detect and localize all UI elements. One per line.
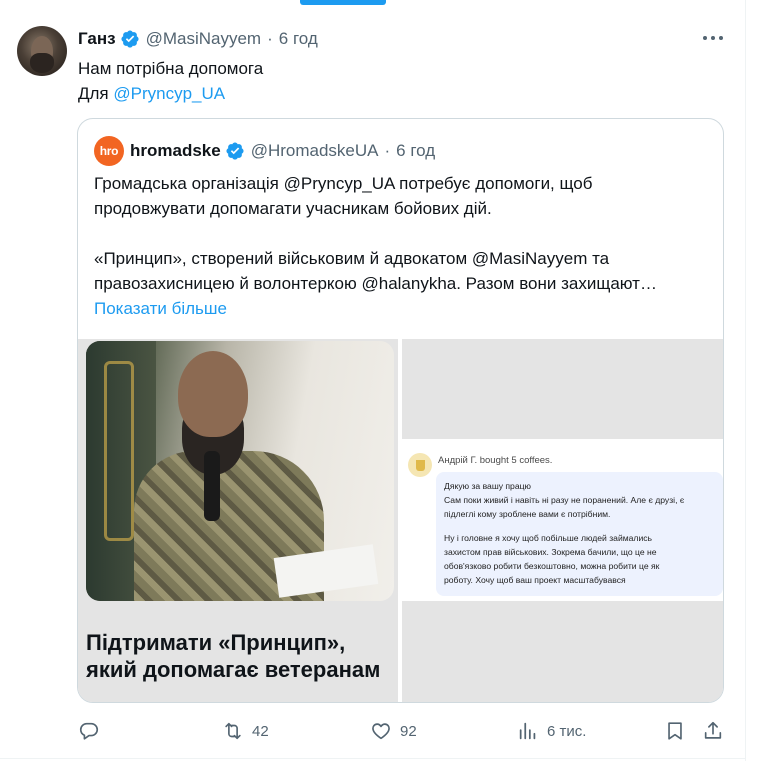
more-icon[interactable] [700, 27, 726, 49]
quote-text-line: правозахисницею й волонтеркою @halanykha… [94, 274, 657, 293]
quote-text-line: продовжувати допомагати учасникам бойови… [94, 199, 492, 218]
coffee-message: Андрій Г. bought 5 coffees. Дякую за ваш… [402, 439, 723, 601]
show-more-link[interactable]: Показати більше [94, 296, 714, 321]
author-name[interactable]: Ганз [78, 29, 116, 49]
quoted-tweet[interactable]: hro hromadske @HromadskeUA · 6 год Грома… [77, 118, 724, 703]
quote-author-handle[interactable]: @HromadskeUA [251, 141, 379, 161]
column-divider [745, 0, 746, 761]
quote-text-line: Громадська організація @Pryncyp_UA потре… [94, 174, 593, 193]
like-button[interactable]: 92 [370, 720, 417, 742]
bubble-line: Сам поки живий і навіть ні разу не поран… [444, 495, 685, 505]
card-title: Підтримати «Принцип», який допомагає вет… [86, 629, 380, 683]
separator-dot: · [384, 141, 391, 160]
tweet-time[interactable]: 6 год [279, 29, 318, 49]
quote-header: hromadske @HromadskeUA · 6 год [130, 139, 435, 163]
tab-active-indicator [300, 0, 386, 5]
media-image-left[interactable]: Підтримати «Принцип», який допомагає вет… [78, 339, 398, 702]
like-count: 92 [400, 722, 417, 740]
retweet-icon [225, 722, 241, 740]
tweet-text-line: Для @Pryncyp_UA [78, 81, 263, 106]
bubble-line: захистом прав військових. Зокрема бачили… [444, 547, 657, 557]
views-count: 6 тис. [547, 722, 587, 740]
like-icon [372, 723, 390, 740]
reply-button[interactable] [78, 720, 108, 742]
bookmark-button[interactable] [664, 720, 686, 742]
retweet-button[interactable]: 42 [222, 720, 269, 742]
bubble-line: роботу. Хочу щоб ваш проект масштабувавс… [444, 575, 626, 585]
quote-text-line: «Принцип», створений військовим й адвока… [94, 249, 610, 268]
tweet-text: Нам потрібна допомога Для @Pryncyp_UA [78, 56, 263, 106]
media-image-right[interactable]: Андрій Г. bought 5 coffees. Дякую за ваш… [402, 339, 723, 702]
avatar[interactable] [17, 26, 67, 76]
bookmark-icon [668, 722, 682, 740]
verified-badge-icon [121, 30, 139, 48]
tweet-text-line: Нам потрібна допомога [78, 59, 264, 78]
author-handle[interactable]: @MasiNayyem [146, 29, 262, 49]
coffee-sender: Андрій Г. bought 5 coffees. [438, 455, 553, 466]
share-button[interactable] [702, 720, 724, 742]
views-icon [519, 722, 536, 740]
reply-icon [79, 722, 99, 740]
bubble-line: обов'язково робити безкоштовно, можна ро… [444, 561, 660, 571]
share-icon [704, 721, 722, 739]
separator-dot: · [267, 29, 273, 48]
quote-text: Громадська організація @Pryncyp_UA потре… [94, 171, 714, 321]
media-grid: Підтримати «Принцип», який допомагає вет… [78, 339, 723, 702]
avatar-beard [30, 53, 54, 73]
hromadske-logo[interactable]: hro [94, 136, 124, 166]
quote-author-name[interactable]: hromadske [130, 141, 221, 161]
tweet-separator [0, 758, 745, 759]
card-title-line: Підтримати «Принцип», [86, 630, 346, 655]
views-button[interactable]: 6 тис. [517, 720, 586, 742]
coffee-cup-icon [408, 453, 432, 477]
verified-badge-icon [226, 142, 244, 160]
card-title-line: який допомагає ветеранам [86, 657, 381, 682]
retweet-count: 42 [252, 722, 269, 740]
tweet-header: Ганз @MasiNayyem · 6 год [78, 28, 318, 50]
message-bubble: Дякую за вашу працю Сам поки живий і нав… [436, 472, 723, 596]
tweet-text-prefix: Для [78, 84, 114, 103]
action-bar: 42 92 6 тис. [0, 718, 745, 746]
mention-link[interactable]: @Pryncyp_UA [113, 84, 225, 103]
quote-time[interactable]: 6 год [396, 141, 435, 161]
bubble-line: підлеглі кому зроблене вами є потрібним. [444, 509, 611, 519]
bubble-line: Ну і головне я хочу щоб побільше людей з… [444, 533, 653, 543]
soldier-photo [86, 341, 394, 601]
bubble-line: Дякую за вашу працю [444, 481, 531, 491]
